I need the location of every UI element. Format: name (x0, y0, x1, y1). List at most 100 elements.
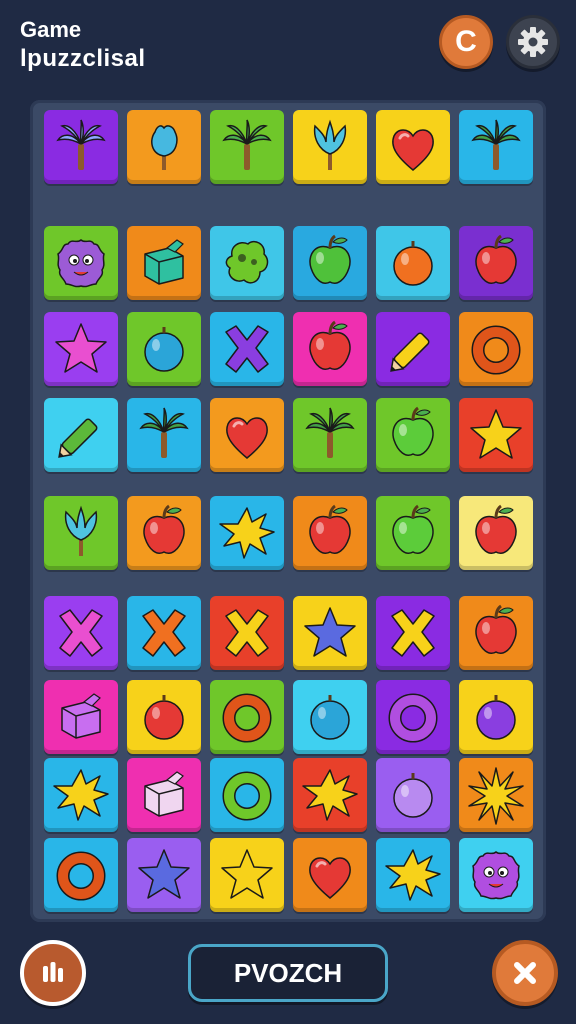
restart-button[interactable]: C (439, 15, 493, 69)
cross-icon (142, 609, 186, 657)
tile-cube[interactable] (127, 226, 201, 300)
tile-apple[interactable] (459, 496, 533, 570)
tile-apple[interactable] (459, 226, 533, 300)
tile-pencil[interactable] (376, 312, 450, 386)
tile-star[interactable] (459, 398, 533, 472)
cross-icon (225, 609, 269, 657)
splat-icon (385, 849, 441, 901)
splat-icon (219, 507, 275, 559)
stats-button[interactable] (20, 940, 86, 1006)
apple-icon (475, 234, 517, 284)
tile-heart[interactable] (376, 110, 450, 184)
ring-icon (388, 693, 438, 743)
heart-icon (226, 417, 268, 459)
tile-star[interactable] (293, 596, 367, 670)
apple-icon (392, 504, 434, 554)
ring-icon (56, 851, 106, 901)
tile-cross[interactable] (210, 312, 284, 386)
cross-icon (391, 609, 435, 657)
ring-icon (471, 325, 521, 375)
tile-apple[interactable] (376, 398, 450, 472)
palm-tree-icon (56, 119, 106, 170)
tile-bud[interactable] (127, 110, 201, 184)
tile-monster[interactable] (44, 226, 118, 300)
star-icon (304, 607, 356, 657)
tile-ring[interactable] (210, 758, 284, 832)
tile-cross[interactable] (210, 596, 284, 670)
ring-icon (222, 693, 272, 743)
star-icon (221, 849, 273, 899)
close-icon (514, 962, 536, 984)
tulip-icon (64, 505, 98, 556)
burst-icon (468, 767, 524, 825)
tile-splat[interactable] (376, 838, 450, 912)
tile-splat[interactable] (44, 758, 118, 832)
tile-ring[interactable] (210, 680, 284, 754)
tile-fruit[interactable] (127, 680, 201, 754)
tile-apple[interactable] (293, 226, 367, 300)
tile-fruit[interactable] (127, 312, 201, 386)
cube-icon (61, 693, 101, 739)
apple-icon (309, 320, 351, 370)
tile-ring[interactable] (376, 680, 450, 754)
tile-apple[interactable] (376, 496, 450, 570)
tile-ring[interactable] (459, 312, 533, 386)
monster-icon (472, 851, 520, 900)
tile-fruit[interactable] (376, 226, 450, 300)
tile-splat[interactable] (210, 496, 284, 570)
palm-tree-icon (139, 407, 189, 458)
star-icon (55, 323, 107, 373)
tile-apple[interactable] (459, 596, 533, 670)
tile-tulip[interactable] (44, 496, 118, 570)
tile-tulip[interactable] (293, 110, 367, 184)
tile-splat[interactable] (293, 758, 367, 832)
tile-apple[interactable] (293, 312, 367, 386)
tile-cross[interactable] (127, 596, 201, 670)
star-icon (470, 409, 522, 459)
tile-fruit[interactable] (293, 680, 367, 754)
cross-icon (59, 609, 103, 657)
bud-icon (151, 125, 178, 170)
tile-monster[interactable] (459, 838, 533, 912)
apple-icon (309, 504, 351, 554)
heart-icon (392, 129, 434, 171)
apple-icon (143, 504, 185, 554)
tile-star[interactable] (44, 312, 118, 386)
fruit-icon (144, 695, 184, 740)
tile-palm-tree[interactable] (127, 398, 201, 472)
center-action-button[interactable]: PVOZCH (188, 944, 388, 1002)
tile-heart[interactable] (293, 838, 367, 912)
cube-icon (144, 239, 184, 285)
tile-cross[interactable] (44, 596, 118, 670)
pencil-icon (390, 332, 430, 372)
tile-star[interactable] (127, 838, 201, 912)
fruit-icon (393, 773, 433, 818)
tile-heart[interactable] (210, 398, 284, 472)
cross-icon (225, 325, 269, 373)
tile-cross[interactable] (376, 596, 450, 670)
tile-palm-tree[interactable] (44, 110, 118, 184)
apple-icon (392, 406, 434, 456)
tile-apple[interactable] (127, 496, 201, 570)
fruit-icon (144, 327, 184, 372)
tile-cube[interactable] (44, 680, 118, 754)
close-button[interactable] (492, 940, 558, 1006)
fruit-icon (476, 695, 516, 740)
tile-palm-tree[interactable] (210, 110, 284, 184)
tile-star[interactable] (210, 838, 284, 912)
tile-pencil[interactable] (44, 398, 118, 472)
gear-icon (518, 27, 548, 57)
tile-burst[interactable] (459, 758, 533, 832)
tile-fruit[interactable] (459, 680, 533, 754)
tile-cube[interactable] (127, 758, 201, 832)
tile-palm-tree[interactable] (293, 398, 367, 472)
apple-icon (475, 504, 517, 554)
tile-fruit[interactable] (376, 758, 450, 832)
settings-button[interactable] (506, 15, 560, 69)
tile-blob[interactable] (210, 226, 284, 300)
tulip-icon (313, 119, 347, 170)
tile-ring[interactable] (44, 838, 118, 912)
tile-palm-tree[interactable] (459, 110, 533, 184)
tile-apple[interactable] (293, 496, 367, 570)
palm-tree-icon (471, 119, 521, 170)
